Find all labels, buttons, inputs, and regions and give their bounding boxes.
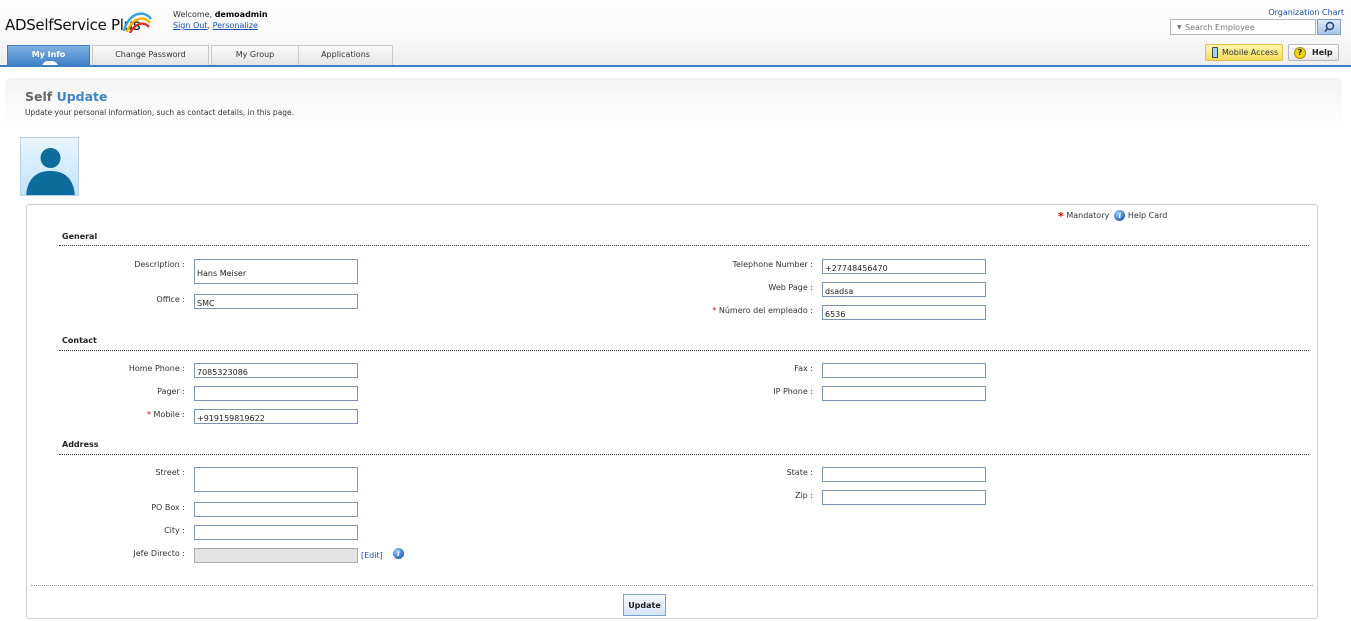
ip-phone-label: IP Phone : (773, 387, 813, 396)
state-field[interactable] (822, 467, 986, 482)
help-icon: ? (1294, 47, 1306, 59)
jefe-directo-field (194, 548, 358, 563)
home-phone-label: Home Phone : (128, 364, 185, 373)
search-employee-box[interactable]: ▼ (1170, 19, 1316, 35)
employee-number-label: * Número del empleado : (712, 306, 813, 315)
search-employee-input[interactable] (1185, 21, 1313, 33)
tab-applications[interactable]: Applications (298, 45, 393, 66)
search-button[interactable] (1317, 19, 1341, 35)
search-icon (1324, 21, 1335, 33)
zip-field[interactable] (822, 490, 986, 505)
street-field[interactable] (194, 467, 358, 492)
employee-number-field[interactable] (822, 305, 986, 320)
section-divider (59, 245, 1309, 246)
info-icon[interactable]: i (1114, 210, 1126, 221)
section-address: Address (62, 440, 99, 449)
jefe-directo-info-button[interactable]: i (393, 548, 404, 559)
tab-change-password[interactable]: Change Password (92, 45, 209, 66)
office-field[interactable] (194, 294, 358, 309)
mobile-label: * Mobile : (146, 410, 185, 419)
organization-chart-link[interactable]: Organization Chart (1268, 8, 1344, 17)
welcome-block: Welcome, demoadmin Sign Out, Personalize (173, 9, 268, 31)
mobile-access-button[interactable]: Mobile Access (1205, 44, 1283, 61)
fax-label: Fax : (794, 364, 813, 373)
app-header: ADSelfService Plus Welcome, demoadmin Si… (0, 0, 1351, 67)
mandatory-label: Mandatory (1066, 211, 1110, 220)
search-dropdown-caret-icon[interactable]: ▼ (1177, 24, 1182, 31)
tab-my-group[interactable]: My Group (211, 45, 299, 66)
info-icon: i (393, 548, 404, 559)
form-legend: * Mandatory i Help Card (1058, 208, 1168, 223)
user-avatar-icon (26, 148, 75, 195)
city-field[interactable] (194, 525, 358, 540)
help-label: Help (1312, 48, 1333, 57)
description-field[interactable] (194, 259, 358, 284)
jefe-directo-label: Jefe Directo : (133, 549, 185, 558)
tab-label: Applications (321, 50, 370, 59)
section-divider (59, 454, 1309, 455)
telephone-label: Telephone Number : (732, 260, 813, 269)
sign-out-link[interactable]: Sign Out (173, 21, 208, 30)
required-star-icon: * (712, 306, 717, 315)
help-card-link[interactable]: Help Card (1128, 211, 1168, 220)
street-label: Street : (155, 468, 185, 477)
page-title: Self Update (25, 89, 108, 104)
office-label: Office : (156, 295, 185, 304)
tab-label: My Info (31, 50, 66, 59)
mobile-field[interactable] (194, 409, 358, 424)
form-footer-divider (31, 585, 1313, 586)
tab-underline (0, 65, 1351, 67)
tab-label: Change Password (115, 50, 186, 59)
pager-field[interactable] (194, 386, 358, 401)
fax-field[interactable] (822, 363, 986, 378)
update-button[interactable]: Update (623, 594, 666, 616)
page-description: Update your personal information, such a… (25, 108, 295, 117)
section-divider (59, 350, 1309, 351)
state-label: State : (786, 468, 813, 477)
user-avatar[interactable] (20, 137, 79, 196)
city-label: City : (164, 526, 185, 535)
help-button[interactable]: ? Help (1288, 44, 1339, 61)
tab-label: My Group (235, 50, 275, 59)
web-page-field[interactable] (822, 282, 986, 297)
required-star-icon: * (1058, 210, 1064, 223)
jefe-directo-edit-link[interactable]: [Edit] (361, 551, 383, 560)
link-separator: , (207, 21, 211, 30)
section-contact: Contact (62, 336, 97, 345)
home-phone-field[interactable] (194, 363, 358, 378)
personalize-link[interactable]: Personalize (213, 21, 258, 30)
po-box-field[interactable] (194, 502, 358, 517)
username: demoadmin (214, 10, 268, 19)
welcome-text: Welcome, (173, 10, 213, 19)
page-title-band (5, 78, 1342, 128)
po-box-label: PO Box : (151, 503, 185, 512)
pager-label: Pager : (157, 387, 185, 396)
mobile-phone-icon (1212, 47, 1218, 58)
telephone-field[interactable] (822, 259, 986, 274)
mobile-access-label: Mobile Access (1222, 48, 1279, 57)
ip-phone-field[interactable] (822, 386, 986, 401)
tab-my-info[interactable]: My Info (7, 45, 90, 67)
required-star-icon: * (146, 410, 151, 419)
logo-arc-icon (122, 12, 152, 33)
section-general: General (62, 232, 98, 241)
description-label: Description : (134, 260, 185, 269)
web-page-label: Web Page : (768, 283, 813, 292)
zip-label: Zip : (794, 491, 813, 500)
